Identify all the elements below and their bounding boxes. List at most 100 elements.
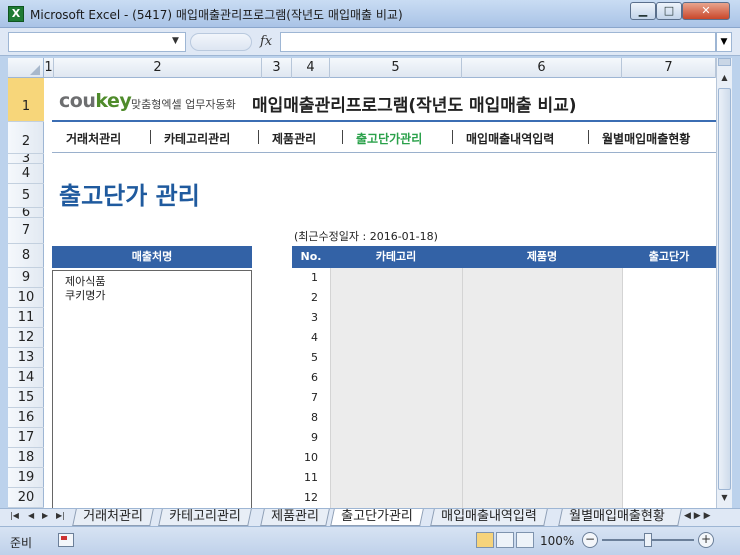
column-header[interactable]: 3 (262, 58, 292, 78)
nav-item-purchase-sales-entry[interactable]: 매입매출내역입력 (466, 130, 554, 147)
column-header[interactable]: 7 (622, 58, 716, 78)
vertical-scrollbar[interactable]: ▲ ▼ (716, 58, 732, 508)
normal-view-button[interactable] (476, 532, 494, 548)
unit-price-cell[interactable] (622, 348, 716, 368)
product-cell[interactable] (462, 408, 622, 428)
sheet-tab-monthly[interactable]: 월별매입매출현황 (558, 509, 682, 526)
row-header[interactable]: 13 (8, 348, 44, 368)
product-cell[interactable] (462, 448, 622, 468)
sheet-tab-unit-price[interactable]: 출고단가관리 (330, 509, 424, 526)
close-button[interactable]: ✕ (682, 2, 730, 20)
product-cell[interactable] (462, 288, 622, 308)
product-cell[interactable] (462, 428, 622, 448)
scroll-down-icon[interactable]: ▼ (717, 490, 732, 506)
nav-item-customers[interactable]: 거래처관리 (66, 130, 121, 147)
name-box[interactable] (8, 32, 186, 52)
row-header[interactable]: 19 (8, 468, 44, 488)
row-header[interactable]: 9 (8, 268, 44, 288)
nav-item-unit-price[interactable]: 출고단가관리 (356, 130, 422, 147)
unit-price-cell[interactable] (622, 448, 716, 468)
last-sheet-icon[interactable]: ▶| (56, 511, 65, 520)
prev-sheet-icon[interactable]: ◀ (28, 511, 34, 520)
row-header[interactable]: 12 (8, 328, 44, 348)
sheet-tab-products[interactable]: 제품관리 (260, 509, 330, 526)
row-header[interactable]: 5 (8, 184, 44, 208)
row-header[interactable]: 14 (8, 368, 44, 388)
insert-function-icon[interactable]: fx (260, 34, 272, 49)
category-cell[interactable] (330, 468, 462, 488)
sheet-tab-customers[interactable]: 거래처관리 (72, 509, 154, 526)
column-header[interactable]: 6 (462, 58, 622, 78)
category-cell[interactable] (330, 368, 462, 388)
list-item[interactable]: 제아식품 (53, 275, 251, 289)
product-cell[interactable] (462, 388, 622, 408)
product-cell[interactable] (462, 468, 622, 488)
row-header[interactable]: 11 (8, 308, 44, 328)
zoom-in-button[interactable]: + (698, 532, 714, 548)
unit-price-cell[interactable] (622, 328, 716, 348)
row-header[interactable]: 17 (8, 428, 44, 448)
nav-item-products[interactable]: 제품관리 (272, 130, 316, 147)
customer-listbox[interactable]: 제아식품 쿠키명가 (52, 270, 252, 508)
row-header[interactable]: 10 (8, 288, 44, 308)
scroll-thumb[interactable] (718, 88, 731, 490)
row-header[interactable]: 16 (8, 408, 44, 428)
zoom-out-button[interactable]: − (582, 532, 598, 548)
zoom-level[interactable]: 100% (540, 534, 574, 548)
row-header[interactable]: 8 (8, 244, 44, 268)
horizontal-scroll-arrows[interactable]: ◀ ▶ ▶ (684, 511, 711, 521)
product-cell[interactable] (462, 368, 622, 388)
row-header[interactable]: 15 (8, 388, 44, 408)
row-header[interactable]: 6 (8, 208, 44, 218)
zoom-slider-thumb[interactable] (644, 533, 652, 547)
unit-price-cell[interactable] (622, 468, 716, 488)
row-header[interactable]: 2 (8, 122, 44, 154)
product-cell[interactable] (462, 348, 622, 368)
chevron-down-icon[interactable]: ▼ (172, 36, 179, 46)
row-header[interactable]: 20 (8, 488, 44, 508)
category-cell[interactable] (330, 388, 462, 408)
unit-price-cell[interactable] (622, 308, 716, 328)
minimize-button[interactable]: ▁ (630, 2, 656, 20)
unit-price-cell[interactable] (622, 368, 716, 388)
sheet-tab-categories[interactable]: 카테고리관리 (158, 509, 252, 526)
row-header[interactable]: 7 (8, 218, 44, 244)
scroll-up-icon[interactable]: ▲ (717, 70, 732, 86)
unit-price-cell[interactable] (622, 388, 716, 408)
category-cell[interactable] (330, 328, 462, 348)
next-sheet-icon[interactable]: ▶ (42, 511, 48, 520)
unit-price-cell[interactable] (622, 268, 716, 288)
category-cell[interactable] (330, 288, 462, 308)
product-cell[interactable] (462, 488, 622, 508)
category-cell[interactable] (330, 268, 462, 288)
unit-price-cell[interactable] (622, 408, 716, 428)
expand-formula-bar-button[interactable]: ▼ (716, 32, 732, 52)
split-handle[interactable] (718, 58, 731, 66)
page-break-view-button[interactable] (516, 532, 534, 548)
row-header[interactable]: 3 (8, 154, 44, 164)
row-header[interactable]: 4 (8, 164, 44, 184)
unit-price-cell[interactable] (622, 488, 716, 508)
unit-price-cell[interactable] (622, 288, 716, 308)
category-cell[interactable] (330, 428, 462, 448)
maximize-button[interactable]: □ (656, 2, 682, 20)
column-header[interactable]: 4 (292, 58, 330, 78)
product-cell[interactable] (462, 268, 622, 288)
category-cell[interactable] (330, 348, 462, 368)
product-cell[interactable] (462, 328, 622, 348)
column-header[interactable]: 1 (44, 58, 54, 78)
formula-input[interactable] (280, 32, 716, 52)
product-cell[interactable] (462, 308, 622, 328)
row-header[interactable]: 18 (8, 448, 44, 468)
page-layout-view-button[interactable] (496, 532, 514, 548)
category-cell[interactable] (330, 408, 462, 428)
unit-price-cell[interactable] (622, 428, 716, 448)
nav-item-monthly-status[interactable]: 월별매입매출현황 (602, 130, 690, 147)
column-header[interactable]: 2 (54, 58, 262, 78)
nav-item-categories[interactable]: 카테고리관리 (164, 130, 230, 147)
select-all-corner[interactable] (8, 58, 44, 78)
sheet-tab-entry[interactable]: 매입매출내역입력 (430, 509, 548, 526)
column-header[interactable]: 5 (330, 58, 462, 78)
category-cell[interactable] (330, 448, 462, 468)
list-item[interactable]: 쿠키명가 (53, 289, 251, 303)
